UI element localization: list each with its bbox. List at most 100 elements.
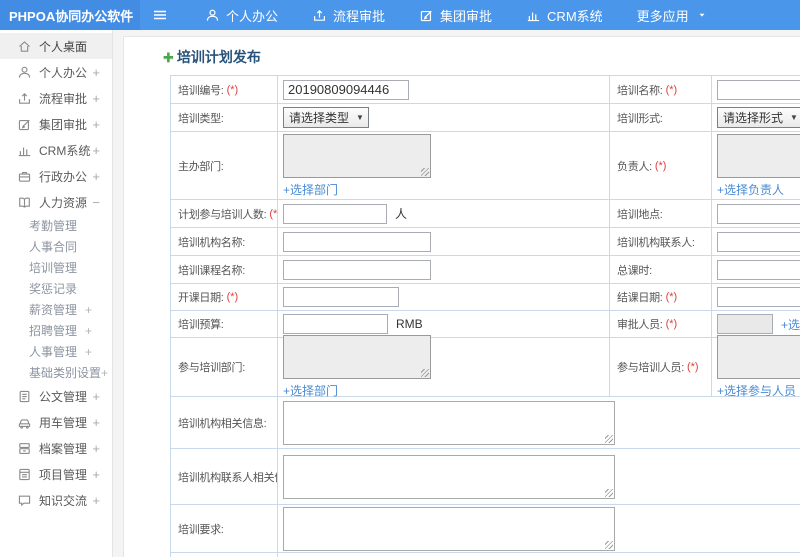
approver-input[interactable]	[717, 314, 773, 334]
planned-count-input[interactable]	[283, 203, 387, 224]
location-input[interactable]	[717, 203, 800, 224]
sidebar-item-archive-mgmt[interactable]: 档案管理 +	[0, 435, 112, 461]
sidebar-item-label: 知识交流	[39, 493, 88, 508]
choose-approver-link[interactable]: +选择审批人员	[781, 316, 800, 333]
sidebar-subitem-base-category[interactable]: 基础类别设置 +	[0, 362, 112, 383]
training-type-select[interactable]: 请选择类型 ▼	[283, 107, 369, 128]
sidebar-subitem-label: 培训管理	[29, 261, 78, 275]
label-budget: 培训预算:	[171, 311, 278, 338]
expand-plus-icon[interactable]: +	[92, 118, 100, 131]
top-nav: 个人办公 流程审批 集团审批 CRM系统 更多应用	[188, 0, 724, 30]
sidebar-item-crm-system[interactable]: CRM系统 +	[0, 137, 112, 163]
sidebar-item-label: 集团审批	[39, 117, 88, 132]
topnav-crm-system[interactable]: CRM系统	[509, 0, 620, 30]
join-people-textarea[interactable]	[717, 335, 800, 379]
topnav-group-approval[interactable]: 集团审批	[402, 0, 509, 30]
sidebar-item-personal-desktop[interactable]: 个人桌面	[0, 33, 112, 59]
label-training-type: 培训类型:	[171, 104, 278, 132]
sidebar-item-label: 行政办公	[39, 169, 88, 184]
topnav-personal-office[interactable]: 个人办公	[188, 0, 295, 30]
choose-leader-link[interactable]: +选择负责人	[717, 181, 784, 198]
org-name-input[interactable]	[283, 231, 431, 252]
currency-rmb-suffix: RMB	[396, 317, 423, 331]
sidebar-item-vehicle-mgmt[interactable]: 用车管理 +	[0, 409, 112, 435]
expand-plus-icon[interactable]: +	[92, 442, 100, 455]
add-plus-icon: ✚	[163, 49, 174, 65]
page-title: ✚ 培训计划发布	[124, 37, 800, 75]
end-date-input[interactable]	[717, 287, 800, 307]
sidebar-subitem-salary[interactable]: 薪资管理 +	[0, 299, 112, 320]
topnav-label: 个人办公	[226, 8, 279, 24]
budget-input[interactable]	[283, 314, 388, 334]
sidebar-subitem-personnel[interactable]: 人事管理 +	[0, 341, 112, 362]
sidebar-item-knowledge-exchange[interactable]: 知识交流 +	[0, 487, 112, 513]
page-title-text: 培训计划发布	[176, 49, 261, 65]
expand-plus-icon[interactable]: +	[85, 324, 92, 338]
group-approve-icon	[420, 10, 433, 21]
leader-textarea[interactable]	[717, 133, 800, 178]
label-join-dept: 参与培训部门:	[171, 338, 278, 397]
sidebar-subitem-hr-contract[interactable]: 人事合同	[0, 236, 112, 257]
org-contact-input[interactable]	[717, 231, 800, 252]
briefcase-icon	[18, 171, 31, 182]
training-name-input[interactable]	[717, 79, 800, 100]
sidebar-item-admin-office[interactable]: 行政办公 +	[0, 163, 112, 189]
training-no-input[interactable]	[283, 79, 409, 100]
start-date-input[interactable]	[283, 287, 399, 307]
collapse-minus-icon[interactable]: −	[92, 196, 100, 209]
sidebar-item-human-resources[interactable]: 人力资源 −	[0, 189, 112, 215]
topnav-label: CRM系统	[547, 8, 603, 24]
expand-plus-icon[interactable]: +	[85, 303, 92, 317]
label-approver: 审批人员: (*)	[610, 311, 712, 338]
chat-icon	[18, 495, 31, 506]
training-form-select[interactable]: 请选择形式 ▼	[717, 107, 800, 128]
host-dept-textarea[interactable]	[283, 133, 431, 178]
content-card: ✚ 培训计划发布 培训编号:(*) 培训名称:(*) 培训类型: 请选择类型 ▼ …	[123, 36, 800, 557]
sidebar-subitem-label: 考勤管理	[29, 219, 78, 233]
expand-plus-icon[interactable]: +	[92, 468, 100, 481]
sidebar-subitem-attendance[interactable]: 考勤管理	[0, 215, 112, 236]
label-org-name: 培训机构名称:	[171, 228, 278, 256]
sidebar-toggle-button[interactable]	[140, 0, 180, 30]
label-join-people: 参与培训人员: (*)	[610, 338, 712, 397]
expand-plus-icon[interactable]: +	[92, 170, 100, 183]
sidebar-subitem-training[interactable]: 培训管理	[0, 257, 112, 278]
expand-plus-icon[interactable]: +	[92, 416, 100, 429]
sidebar-item-label: 公文管理	[39, 389, 88, 404]
sidebar-item-label: 档案管理	[39, 441, 88, 456]
topnav-flow-approval[interactable]: 流程审批	[295, 0, 402, 30]
sidebar-item-label: 个人办公	[39, 65, 88, 80]
expand-plus-icon[interactable]: +	[92, 144, 100, 157]
sidebar-subitem-label: 人事合同	[29, 240, 78, 254]
user-icon	[206, 9, 219, 21]
expand-plus-icon[interactable]: +	[92, 390, 100, 403]
total-hours-input[interactable]	[717, 259, 800, 280]
hamburger-icon	[153, 10, 167, 20]
label-org-info: 培训机构相关信息:	[171, 397, 278, 449]
join-dept-textarea[interactable]	[283, 335, 431, 379]
sidebar-item-flow-approval[interactable]: 流程审批 +	[0, 85, 112, 111]
requirement-textarea[interactable]	[283, 506, 615, 551]
sidebar-subitem-recruit[interactable]: 招聘管理 +	[0, 320, 112, 341]
select-value: 请选择类型	[289, 111, 350, 125]
choose-dept-link[interactable]: +选择部门	[283, 181, 338, 198]
topnav-more-apps[interactable]: 更多应用	[620, 0, 724, 30]
sidebar-subitem-label: 薪资管理	[29, 303, 78, 317]
sidebar-item-project-mgmt[interactable]: 项目管理 +	[0, 461, 112, 487]
sidebar-subitem-label: 招聘管理	[29, 324, 78, 338]
sidebar-subitem-label: 奖惩记录	[29, 282, 78, 296]
sidebar-subitem-reward-punish[interactable]: 奖惩记录	[0, 278, 112, 299]
select-arrow-icon: ▼	[356, 113, 364, 122]
course-name-input[interactable]	[283, 259, 431, 280]
sidebar-item-personal-office[interactable]: 个人办公 +	[0, 59, 112, 85]
topnav-label: 集团审批	[440, 8, 493, 24]
org-info-textarea[interactable]	[283, 400, 615, 445]
expand-plus-icon[interactable]: +	[92, 494, 100, 507]
org-contact-info-textarea[interactable]	[283, 454, 615, 499]
expand-plus-icon[interactable]: +	[92, 92, 100, 105]
expand-plus-icon[interactable]: +	[101, 366, 108, 380]
expand-plus-icon[interactable]: +	[92, 66, 100, 79]
sidebar-item-document-mgmt[interactable]: 公文管理 +	[0, 383, 112, 409]
expand-plus-icon[interactable]: +	[85, 345, 92, 359]
sidebar-item-group-approval[interactable]: 集团审批 +	[0, 111, 112, 137]
